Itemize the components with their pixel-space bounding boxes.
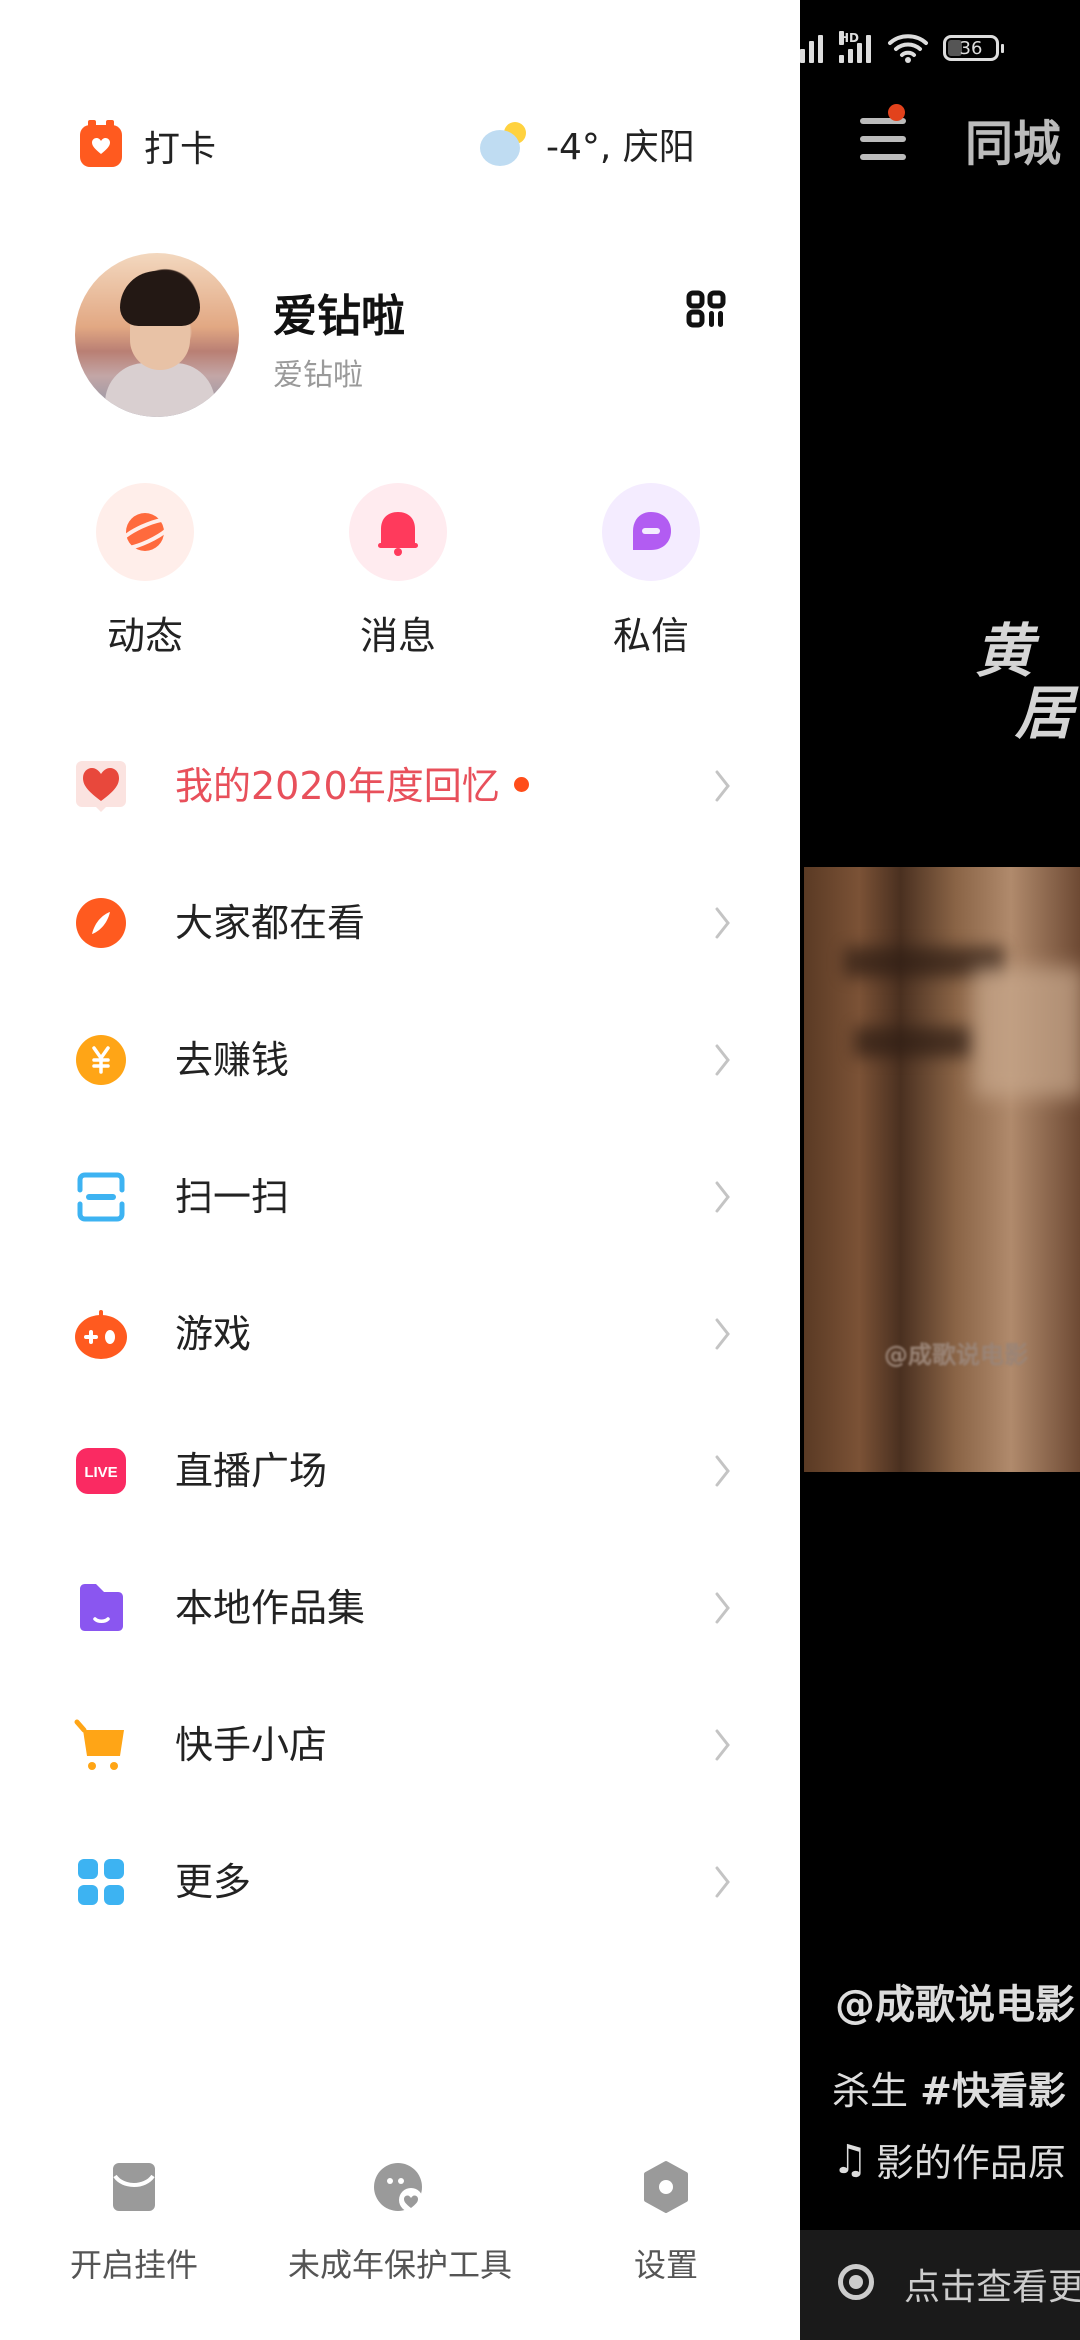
avatar[interactable] xyxy=(75,253,239,417)
menu-item-2020-memory[interactable]: 我的2020年度回忆 xyxy=(0,726,800,846)
menu-item-label: 大家都在看 xyxy=(175,901,366,945)
folder-icon xyxy=(74,1581,128,1635)
menu-item-earn-money[interactable]: 去赚钱 xyxy=(0,1000,800,1120)
menu-item-kuaishou-shop[interactable]: 快手小店 xyxy=(0,1685,800,1805)
weather-widget[interactable]: -4°, 庆阳 xyxy=(478,118,695,170)
quick-action-label: 私信 xyxy=(612,614,689,658)
notification-dot xyxy=(513,777,529,792)
grid-more-icon xyxy=(74,1855,128,1909)
bottom-tool-label: 设置 xyxy=(633,2246,698,2284)
status-bar: HD 36 xyxy=(800,28,1004,68)
yuan-coin-icon xyxy=(74,1033,128,1087)
bottom-tool-label: 未成年保护工具 xyxy=(287,2246,512,2284)
widget-icon xyxy=(107,2160,161,2214)
menu-item-more[interactable]: 更多 xyxy=(0,1822,800,1942)
live-icon: LIVE xyxy=(74,1444,128,1498)
target-icon xyxy=(838,2264,874,2300)
settings-button[interactable]: 设置 xyxy=(536,2160,796,2286)
tab-nearby[interactable]: 同城 xyxy=(965,104,1061,174)
hamburger-menu-icon[interactable] xyxy=(860,104,906,162)
battery-icon: 36 xyxy=(943,35,1004,61)
scan-icon xyxy=(74,1170,128,1224)
punch-in-label: 打卡 xyxy=(144,129,217,170)
menu-item-label: 我的2020年度回忆 xyxy=(175,764,500,808)
menu-item-label: 游戏 xyxy=(175,1312,252,1356)
svg-text:LIVE: LIVE xyxy=(84,1464,117,1481)
settings-icon xyxy=(639,2160,693,2214)
punch-in-button[interactable]: 打卡 xyxy=(80,120,216,172)
chevron-right-icon xyxy=(715,1729,730,1761)
view-more-bar[interactable]: 点击查看更多 xyxy=(800,2230,1080,2340)
menu-item-trending[interactable]: 大家都在看 xyxy=(0,863,800,983)
side-drawer: 打卡 -4°, 庆阳 爱钻啦 爱钻啦 动态 消息 私信 我的2020年度回忆 大… xyxy=(0,0,800,2340)
menu-item-label: 更多 xyxy=(175,1860,252,1904)
feed-background[interactable]: HD 36 同城 黄 居 @成歌说电影 @成歌说电影 杀生 #快看影 ♫ 影的作… xyxy=(800,0,1080,2340)
quick-action-private-messages[interactable]: 私信 xyxy=(576,483,726,660)
minor-protection-icon xyxy=(373,2160,427,2214)
chevron-right-icon xyxy=(715,770,730,802)
minor-protection-button[interactable]: 未成年保护工具 xyxy=(270,2160,530,2286)
partly-cloudy-icon xyxy=(478,122,528,166)
video-watermark: @成歌说电影 xyxy=(884,1341,1028,1369)
bell-icon xyxy=(349,483,447,581)
cart-icon xyxy=(74,1718,128,1772)
calendar-heart-icon xyxy=(80,120,122,167)
signal-icon xyxy=(800,33,827,63)
hashtag-link[interactable]: #快看影 xyxy=(920,2069,1066,2113)
gamepad-icon xyxy=(74,1307,128,1361)
chevron-right-icon xyxy=(715,1181,730,1213)
chevron-right-icon xyxy=(715,1455,730,1487)
menu-item-label: 快手小店 xyxy=(175,1723,328,1767)
music-note-icon: ♫ xyxy=(832,2136,868,2183)
notification-dot xyxy=(888,104,905,121)
video-description: 杀生 #快看影 xyxy=(832,2069,1066,2113)
view-more-label: 点击查看更多 xyxy=(904,2267,1080,2308)
menu-item-label: 本地作品集 xyxy=(175,1586,366,1630)
qr-code-icon[interactable] xyxy=(686,290,726,328)
video-title: 黄 居 xyxy=(975,617,1074,747)
quick-action-messages[interactable]: 消息 xyxy=(323,483,473,660)
bottom-tool-label: 开启挂件 xyxy=(69,2246,198,2284)
menu-item-label: 直播广场 xyxy=(175,1449,328,1493)
planet-icon xyxy=(96,483,194,581)
user-name[interactable]: 爱钻啦 xyxy=(273,280,405,344)
video-author[interactable]: @成歌说电影 xyxy=(835,1972,1075,2030)
heart-memory-icon xyxy=(74,759,128,813)
quick-action-label: 消息 xyxy=(359,614,436,658)
compass-icon xyxy=(74,896,128,950)
menu-item-label: 扫一扫 xyxy=(175,1175,290,1219)
menu-item-live-plaza[interactable]: LIVE 直播广场 xyxy=(0,1411,800,1531)
chat-bubble-icon xyxy=(602,483,700,581)
weather-label: -4°, 庆阳 xyxy=(546,127,695,168)
music-info[interactable]: ♫ 影的作品原 xyxy=(832,2132,1066,2187)
chevron-right-icon xyxy=(715,1592,730,1624)
menu-item-games[interactable]: 游戏 xyxy=(0,1274,800,1394)
enable-widget-button[interactable]: 开启挂件 xyxy=(4,2160,264,2286)
signal-hd-icon: HD xyxy=(839,31,875,63)
wifi-icon xyxy=(888,34,928,63)
menu-item-local-works[interactable]: 本地作品集 xyxy=(0,1548,800,1668)
chevron-right-icon xyxy=(715,1044,730,1076)
quick-action-label: 动态 xyxy=(106,614,183,658)
menu-item-scan[interactable]: 扫一扫 xyxy=(0,1137,800,1257)
quick-action-moments[interactable]: 动态 xyxy=(70,483,220,660)
user-id: 爱钻啦 xyxy=(273,358,363,393)
chevron-right-icon xyxy=(715,1318,730,1350)
menu-item-label: 去赚钱 xyxy=(175,1038,290,1082)
chevron-right-icon xyxy=(715,1866,730,1898)
video-frame[interactable]: @成歌说电影 xyxy=(804,867,1080,1472)
chevron-right-icon xyxy=(715,907,730,939)
